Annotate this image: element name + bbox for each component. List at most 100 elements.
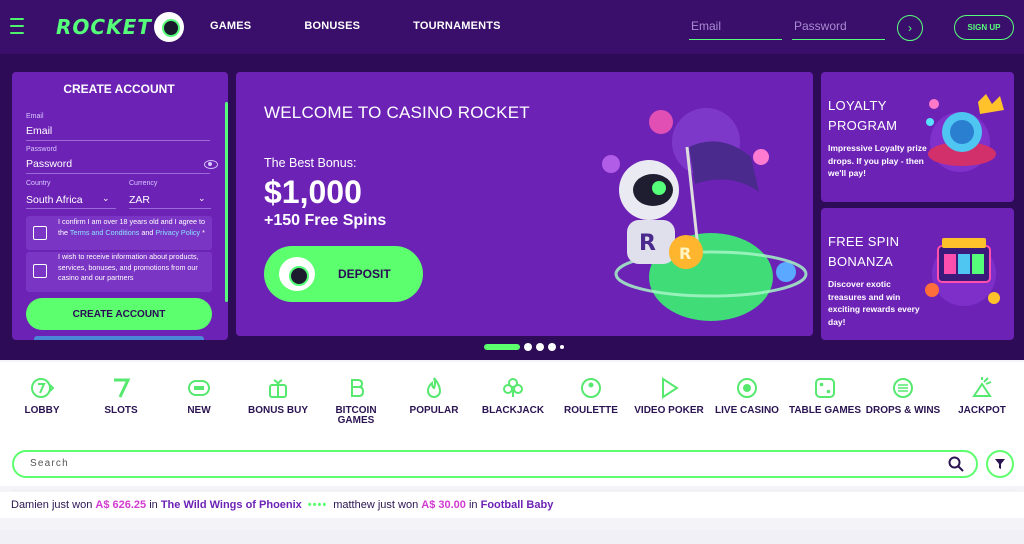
age-checkbox[interactable] [33,226,47,240]
nav-bonuses[interactable]: BONUSES [304,20,360,32]
create-account-panel: CREATE ACCOUNT Email Email Password Pass… [12,72,228,340]
slots-icon [114,378,131,398]
category-bonus-buy[interactable]: BONUS BUY [238,376,318,416]
winner-text: just won [374,499,422,511]
top-bar: ROCKET GAMES BONUSES TOURNAMENTS Email P… [0,0,1024,54]
marketing-checkbox[interactable] [33,264,47,278]
carousel-dot[interactable] [524,343,532,351]
filter-button[interactable] [986,450,1014,478]
divider [12,490,1014,491]
currency-label: Currency [129,180,158,187]
dice-icon [815,378,835,398]
currency-select[interactable]: ZAR [129,194,150,206]
form-scrollbar[interactable] [225,102,228,302]
create-account-title: CREATE ACCOUNT [63,82,175,96]
astronaut-planet-illustration: R R [602,108,808,321]
lobby-icon [31,378,54,398]
menu-icon[interactable] [10,18,24,34]
category-slots[interactable]: SLOTS [81,376,161,416]
login-email-input[interactable]: Email [689,16,782,40]
ticker-separator: •••• [307,499,328,511]
password-underline [26,173,210,174]
eye-icon[interactable] [204,160,218,169]
category-label: SLOTS [104,405,138,416]
winner-game-link[interactable]: Football Baby [481,499,554,511]
deposit-button[interactable]: DEPOSIT [264,246,423,302]
category-video-poker[interactable]: VIDEO POKER [629,376,709,416]
loyalty-card[interactable]: LOYALTY PROGRAM Impressive Loyalty prize… [821,72,1014,202]
winner-name: matthew [333,499,375,511]
category-popular[interactable]: POPULAR [394,376,474,416]
carousel-dot[interactable] [548,343,556,351]
login-submit-button[interactable]: › [897,15,923,41]
category-label: NEW [187,405,211,416]
category-lobby[interactable]: LOBBY [2,376,82,416]
search-input[interactable]: Search [12,450,978,478]
free-spin-card[interactable]: FREE SPIN BONANZA Discover exotic treasu… [821,208,1014,340]
category-label: VIDEO POKER [634,405,704,416]
carousel-dot[interactable] [536,343,544,351]
category-new[interactable]: NEW [159,376,239,416]
club-icon [503,378,523,397]
carousel-dot[interactable] [560,345,564,349]
category-bitcoin-games[interactable]: BITCOIN GAMES [316,376,396,426]
category-jackpot[interactable]: JACKPOT [942,376,1022,416]
winner-amount: A$ 626.25 [95,499,147,511]
roulette-icon [581,378,601,398]
free-spin-description: Discover exotic treasures and win exciti… [828,279,920,327]
rocket-mascot-icon [279,257,315,291]
carousel-dot[interactable] [484,344,520,350]
required-mark: * [200,227,205,237]
email-underline [26,140,210,141]
category-drops-wins[interactable]: DROPS & WINS [863,376,943,416]
search-icon[interactable] [948,456,964,472]
new-icon [188,380,210,396]
privacy-link[interactable]: Privacy Policy [155,228,200,237]
email-field[interactable]: Email [26,125,52,137]
welcome-banner[interactable]: WELCOME TO CASINO ROCKET The Best Bonus:… [236,72,813,336]
slot-machine-illustration [925,238,1000,306]
category-label: BONUS BUY [247,405,308,416]
free-spin-title: FREE SPIN BONANZA [828,234,900,269]
flame-icon [426,377,442,398]
create-account-button[interactable]: CREATE ACCOUNT [26,298,212,330]
main-nav: GAMES BONUSES TOURNAMENTS [210,20,554,32]
category-label: LIVE CASINO [715,405,779,416]
category-roulette[interactable]: ROULETTE [551,376,631,416]
currency-underline [129,208,211,209]
login-password-input[interactable]: Password [792,16,885,40]
svg-text:R: R [639,231,656,256]
password-label: Password [26,146,57,153]
bitcoin-icon [351,379,365,397]
category-label: LOBBY [24,405,60,416]
logo[interactable]: ROCKET [56,12,184,42]
age-text-and: and [139,227,156,237]
category-blackjack[interactable]: BLACKJACK [473,376,553,416]
category-live-casino[interactable]: LIVE CASINO [707,376,787,416]
deposit-label: DEPOSIT [338,267,391,281]
signup-button[interactable]: SIGN UP [954,15,1014,40]
live-icon [737,378,757,398]
loyalty-description: Impressive Loyalty prize drops. If you p… [828,143,927,178]
loyalty-title: LOYALTY PROGRAM [828,98,898,133]
nav-games[interactable]: GAMES [210,20,251,32]
terms-link[interactable]: Terms and Conditions [70,228,140,237]
country-underline [26,208,116,209]
country-select[interactable]: South Africa [26,194,83,206]
category-label: TABLE GAMES [788,405,862,416]
password-field[interactable]: Password [26,158,72,170]
jackpot-icon [972,377,992,397]
winner-amount: A$ 30.00 [421,499,466,511]
search-placeholder: Search [30,458,69,469]
bonus-spins: +150 Free Spins [264,212,387,229]
marketing-consent-text: I wish to receive information about prod… [58,252,199,282]
social-login-button[interactable] [34,336,204,340]
brand-name: ROCKET [56,15,152,39]
chevron-down-icon: ⌄ [102,193,110,203]
winner-game-link[interactable]: The Wild Wings of Phoenix [161,499,302,511]
category-label: DROPS & WINS [865,405,941,416]
carousel-dots [484,343,564,351]
category-table-games[interactable]: TABLE GAMES [785,376,865,416]
nav-tournaments[interactable]: TOURNAMENTS [413,20,501,32]
email-label: Email [26,113,44,120]
